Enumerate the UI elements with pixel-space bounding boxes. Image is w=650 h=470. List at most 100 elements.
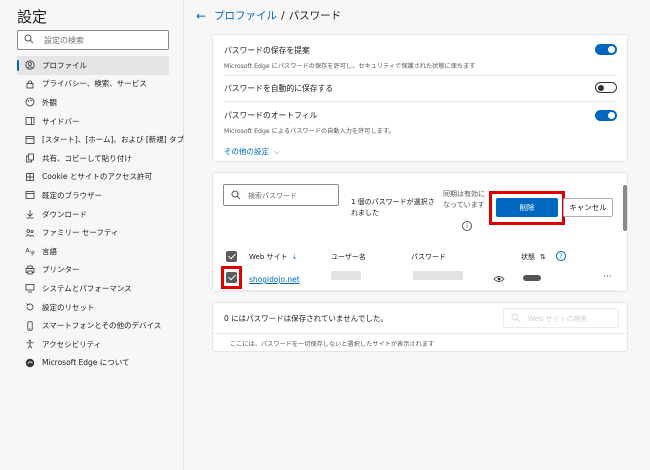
column-header-website[interactable]: Web サイト ⇣ <box>249 252 297 262</box>
sidebar-item-label: 言語 <box>42 246 57 256</box>
breadcrumb-profile-link[interactable]: プロファイル <box>214 8 277 23</box>
divider <box>224 101 617 102</box>
sync-status-text: 同期は有効になっています <box>443 190 485 209</box>
sidebar-item-label: プリンター <box>42 265 80 275</box>
sidebar-item-start-home[interactable]: [スタート]、[ホーム]、および [新規] タブ <box>17 130 184 149</box>
sidebar-item-label: スマートフォンとその他のデバイス <box>42 321 162 331</box>
password-search-input[interactable]: 検索パスワード <box>223 184 339 206</box>
column-header-password: パスワード <box>411 253 446 261</box>
search-icon <box>24 34 34 44</box>
delete-button[interactable]: 削除 <box>496 198 558 217</box>
password-settings-card: パスワードの保存を提案 Microsoft Edge にパスワードの保存を許可し… <box>212 34 628 162</box>
column-header-status[interactable]: 状態 ⇅ <box>521 252 546 262</box>
sidebar-item-label: 既定のブラウザー <box>42 190 102 200</box>
search-icon <box>231 190 241 200</box>
printer-icon <box>25 265 35 275</box>
sidebar-item-label: アクセシビリティ <box>42 339 102 349</box>
sidebar-item-default-browser[interactable]: 既定のブラウザー <box>17 186 169 205</box>
sidebar-item-privacy[interactable]: プライバシー、検索、サービス <box>17 75 169 94</box>
site-link[interactable]: shogidojo.net <box>249 275 300 284</box>
more-settings-link[interactable]: その他の設定 ⌵ <box>224 146 280 157</box>
more-settings-label: その他の設定 <box>224 147 269 156</box>
system-icon <box>25 283 35 293</box>
sidebar-item-label: Microsoft Edge について <box>42 358 130 368</box>
saved-passwords-card: 検索パスワード 1 個のパスワードが選択されました 同期は有効になっています i… <box>212 172 628 292</box>
settings-title: 設定 <box>17 8 48 26</box>
sidebar-item-label: Cookie とサイトのアクセス許可 <box>42 172 152 182</box>
sidebar-item-cookies[interactable]: Cookie とサイトのアクセス許可 <box>17 168 169 187</box>
selection-count-text: 1 個のパスワードが選択されました <box>351 198 435 217</box>
cookie-icon <box>25 172 35 182</box>
sidebar-item-accessibility[interactable]: アクセシビリティ <box>17 335 169 354</box>
lock-icon <box>25 79 35 89</box>
sidebar-item-label: サイドバー <box>42 116 80 126</box>
sidebar-item-label: プライバシー、検索、サービス <box>42 79 147 89</box>
column-label: Web サイト <box>249 253 288 261</box>
select-all-checkbox[interactable] <box>226 251 237 262</box>
auto-save-title: パスワードを自動的に保存する <box>224 84 334 93</box>
home-icon <box>25 135 35 145</box>
share-icon <box>25 153 35 163</box>
sidebar-item-printers[interactable]: プリンター <box>17 261 169 280</box>
sidebar-item-label: 設定のリセット <box>42 302 95 312</box>
cancel-button[interactable]: キャンセル <box>563 198 613 217</box>
sidebar-item-label: ファミリー セーフティ <box>42 228 119 238</box>
sidebar-item-system[interactable]: システムとパフォーマンス <box>17 279 169 298</box>
search-placeholder: 検索パスワード <box>248 192 297 200</box>
help-icon[interactable]: ? <box>556 251 566 261</box>
info-icon[interactable]: i <box>462 221 472 231</box>
column-header-username: ユーザー名 <box>331 253 366 261</box>
sidebar-item-label: 共有、コピーして貼り付け <box>42 153 132 163</box>
settings-nav: プロファイル プライバシー、検索、サービス 外観 サイドバー [スタート]、[ホ… <box>17 56 184 373</box>
never-saved-description: ここには、パスワードを一切保存しないと選択したサイトが表示されます <box>230 341 435 348</box>
autofill-title: パスワードのオートフィル <box>224 111 318 120</box>
status-indicator <box>523 275 541 281</box>
sidebar-item-appearance[interactable]: 外観 <box>17 93 169 112</box>
divider <box>224 75 617 76</box>
svg-text:字: 字 <box>30 250 35 256</box>
back-arrow-icon[interactable]: ← <box>196 9 206 23</box>
sidebar-item-languages[interactable]: A字 言語 <box>17 242 169 261</box>
sidebar-item-downloads[interactable]: ダウンロード <box>17 205 169 224</box>
settings-sidebar: 設定 設定の検索 プロファイル プライバシー、検索、サービス 外観 サイドバー … <box>0 0 184 470</box>
sidebar-item-label: システムとパフォーマンス <box>42 283 132 293</box>
more-options-icon[interactable]: ··· <box>603 272 612 282</box>
chevron-down-icon: ⌵ <box>274 148 280 156</box>
row-checkbox[interactable] <box>226 272 237 283</box>
language-icon: A字 <box>25 246 36 257</box>
auto-save-toggle[interactable] <box>595 82 617 93</box>
sidebar-item-label: ダウンロード <box>42 209 87 219</box>
profile-icon <box>25 60 35 70</box>
accessibility-icon <box>25 339 35 349</box>
column-label: 状態 <box>521 253 535 261</box>
breadcrumb-separator: / <box>281 9 285 22</box>
search-placeholder: Web サイトの検索 <box>528 315 588 323</box>
page-title: パスワード <box>288 10 342 22</box>
browser-icon <box>25 190 35 200</box>
offer-save-toggle[interactable] <box>595 44 617 55</box>
appearance-icon <box>25 97 35 107</box>
password-value <box>413 271 463 280</box>
scrollbar[interactable] <box>623 185 627 231</box>
eye-icon[interactable] <box>493 274 505 284</box>
sidebar-item-label: プロファイル <box>42 60 87 70</box>
settings-search-input[interactable]: 設定の検索 <box>17 30 169 50</box>
sidebar-item-devices[interactable]: スマートフォンとその他のデバイス <box>17 316 169 335</box>
autofill-toggle[interactable] <box>595 110 617 121</box>
sidebar-item-sidebar[interactable]: サイドバー <box>17 112 169 131</box>
sidebar-item-label: 外観 <box>42 97 57 107</box>
never-saved-search-input[interactable]: Web サイトの検索 <box>503 308 619 328</box>
offer-save-description: Microsoft Edge にパスワードの保存を許可し、セキュリティで保護され… <box>224 63 476 70</box>
download-icon <box>25 209 35 219</box>
sidebar-item-profile[interactable]: プロファイル <box>17 56 169 75</box>
sidebar-item-about[interactable]: Microsoft Edge について <box>17 354 169 373</box>
sort-icon: ⇣ <box>291 253 298 261</box>
sidebar-item-family[interactable]: ファミリー セーフティ <box>17 223 169 242</box>
edge-icon <box>25 358 35 368</box>
family-icon <box>25 228 35 238</box>
sort-icon: ⇅ <box>540 253 546 261</box>
sidebar-item-reset[interactable]: 設定のリセット <box>17 298 169 317</box>
phone-icon <box>25 321 35 331</box>
sidebar-item-share[interactable]: 共有、コピーして貼り付け <box>17 149 169 168</box>
never-saved-card: 0 にはパスワードは保存されていませんでした。 Web サイトの検索 ここには、… <box>212 302 628 352</box>
